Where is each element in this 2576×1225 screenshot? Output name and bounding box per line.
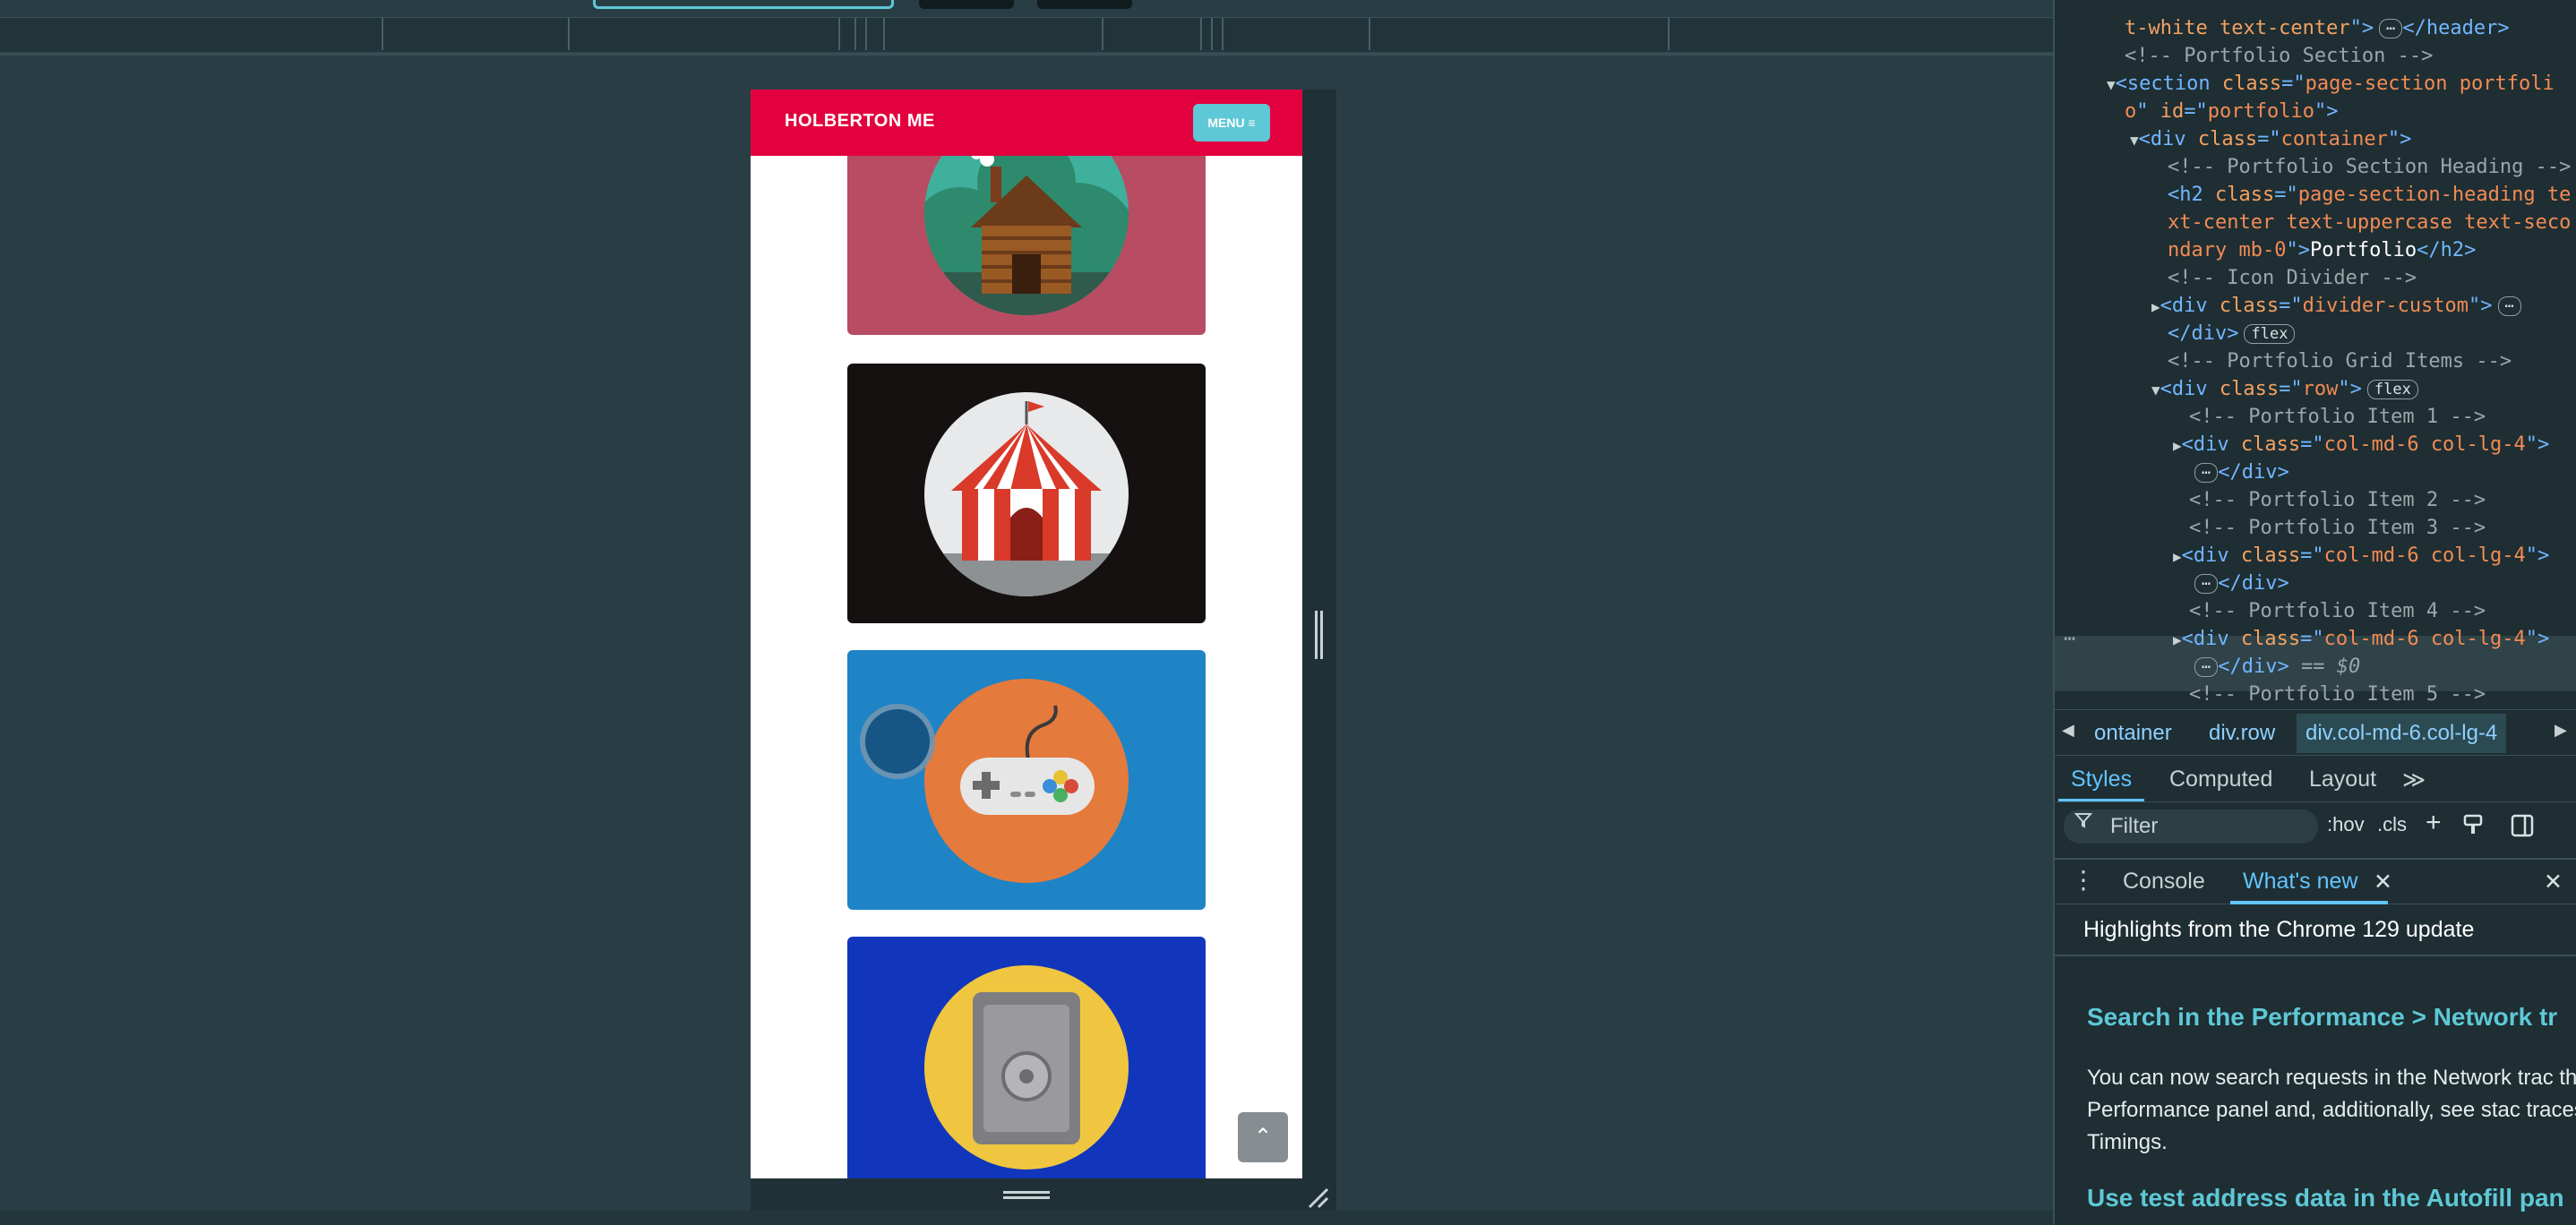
tab-styles[interactable]: Styles: [2071, 767, 2132, 792]
height-input[interactable]: [1037, 0, 1132, 9]
breadcrumb-item[interactable]: ontainer: [2094, 721, 2172, 746]
breadcrumb-right-arrow-icon[interactable]: ▶: [2555, 721, 2567, 740]
portfolio-item-game-controller[interactable]: [847, 650, 1206, 910]
dom-line[interactable]: ▶<div class="divider-custom"> ⋯: [2151, 292, 2521, 321]
dom-line[interactable]: ⋯ </div>: [2189, 458, 2289, 486]
tab-layout[interactable]: Layout: [2309, 767, 2376, 792]
dom-line[interactable]: <h2 class="page-section-heading te: [2168, 181, 2571, 209]
portfolio-item-safe[interactable]: [847, 937, 1206, 1178]
menu-button[interactable]: MENU ≡: [1193, 104, 1270, 141]
breadcrumb: ◀ ontainer div.row div.col-md-6.col-lg-4…: [2055, 709, 2576, 756]
touch-cursor-indicator: [860, 704, 935, 779]
scroll-to-top-button[interactable]: ⌃: [1238, 1112, 1288, 1162]
dom-line[interactable]: <!-- Portfolio Item 5 -->: [2189, 681, 2486, 708]
tab-computed[interactable]: Computed: [2169, 767, 2272, 792]
dom-line[interactable]: <!-- Portfolio Item 4 -->: [2189, 597, 2486, 625]
width-input[interactable]: [919, 0, 1014, 9]
dom-line-selected[interactable]: ▶<div class="col-md-6 col-lg-4">: [2173, 625, 2549, 654]
portfolio-item-circus[interactable]: [847, 364, 1206, 623]
device-screen: HOLBERTON ME MENU ≡ ⌃: [751, 90, 1302, 1178]
device-toolbar: [0, 0, 2053, 18]
dom-line[interactable]: ▶<div class="col-md-6 col-lg-4">: [2173, 431, 2549, 459]
whats-new-panel: Highlights from the Chrome 129 update Se…: [2055, 906, 2576, 1225]
dom-line[interactable]: ▶<div class="col-md-6 col-lg-4">: [2173, 542, 2549, 570]
resize-handle-bottom[interactable]: [1003, 1191, 1050, 1200]
styles-filter-input[interactable]: Filter: [2064, 810, 2318, 844]
elements-dom-tree[interactable]: t-white text-center"> ⋯ </header> <!-- Por…: [2055, 14, 2576, 709]
dom-line[interactable]: <!-- Portfolio Item 3 -->: [2189, 514, 2486, 542]
media-query-ruler: [0, 18, 2053, 54]
hov-toggle[interactable]: :hov: [2327, 813, 2365, 836]
circus-tent-icon: [924, 392, 1129, 596]
close-drawer-icon[interactable]: ✕: [2544, 869, 2563, 895]
drawer-tabbar: ⋮ Console What's new ✕ ✕: [2055, 858, 2576, 904]
resize-handle-right[interactable]: [1315, 611, 1324, 659]
more-tabs-icon[interactable]: ≫: [2402, 767, 2426, 793]
cls-toggle[interactable]: .cls: [2377, 813, 2407, 836]
dom-line[interactable]: <!-- Portfolio Section -->: [2125, 42, 2433, 70]
dom-line[interactable]: ndary mb-0">Portfolio</h2>: [2168, 236, 2476, 264]
dom-line[interactable]: <!-- Portfolio Item 2 -->: [2189, 486, 2486, 514]
dom-line[interactable]: xt-center text-uppercase text-seco: [2168, 209, 2571, 236]
whats-new-highlight: Highlights from the Chrome 129 update: [2083, 917, 2475, 942]
dom-line[interactable]: ▼<div class="row"> flex: [2151, 375, 2418, 404]
breadcrumb-left-arrow-icon[interactable]: ◀: [2062, 721, 2074, 740]
paint-brush-icon[interactable]: [2461, 813, 2485, 836]
toggle-sidebar-icon[interactable]: [2510, 813, 2535, 838]
devtools-top-tabs: [2055, 0, 2576, 14]
dom-line[interactable]: t-white text-center"> ⋯ </header>: [2125, 14, 2510, 42]
site-navbar: HOLBERTON ME MENU ≡: [751, 90, 1302, 156]
breadcrumb-item[interactable]: div.row: [2209, 721, 2275, 746]
dom-line[interactable]: ▼<section class="page-section portfoli: [2107, 70, 2555, 99]
site-brand[interactable]: HOLBERTON ME: [785, 111, 935, 132]
resize-corner-icon[interactable]: [1306, 1186, 1329, 1209]
dom-line[interactable]: o" id="portfolio">: [2125, 98, 2338, 125]
status-bar: [0, 1211, 2053, 1225]
drawer-menu-icon[interactable]: ⋮: [2071, 865, 2096, 895]
dimensions-dropdown[interactable]: [593, 0, 894, 9]
safe-icon: [924, 965, 1129, 1169]
dom-line[interactable]: <!-- Icon Divider -->: [2168, 264, 2417, 292]
devtools-panel: t-white text-center"> ⋯ </header> <!-- Por…: [2053, 0, 2576, 1225]
dom-line[interactable]: </div> flex: [2168, 320, 2296, 347]
dom-line[interactable]: <!-- Portfolio Grid Items -->: [2168, 347, 2512, 375]
whats-new-heading-2[interactable]: Use test address data in the Autofill pa…: [2087, 1184, 2564, 1212]
whats-new-paragraph: You can now search requests in the Netwo…: [2087, 1066, 2576, 1154]
close-tab-icon[interactable]: ✕: [2374, 869, 2392, 895]
dom-line[interactable]: <!-- Portfolio Section Heading -->: [2168, 153, 2571, 181]
styles-tabbar: Styles Computed Layout ≫: [2055, 756, 2576, 802]
new-style-rule-icon[interactable]: +: [2426, 808, 2442, 838]
styles-filter-row: Filter :hov .cls +: [2055, 802, 2576, 851]
dom-line[interactable]: <!-- Portfolio Item 1 -->: [2189, 403, 2486, 431]
dom-line-ellipsis[interactable]: ⋯: [2064, 625, 2075, 653]
tab-console[interactable]: Console: [2123, 869, 2205, 895]
game-controller-icon: [924, 679, 1129, 883]
dom-line[interactable]: ⋯ </div>: [2189, 570, 2289, 597]
dom-line[interactable]: ⋯ </div> == $0: [2189, 653, 2360, 681]
tab-whats-new[interactable]: What's new: [2243, 869, 2357, 895]
filter-icon: [2074, 813, 2092, 828]
whats-new-heading-1[interactable]: Search in the Performance > Network tr: [2087, 1003, 2557, 1032]
breadcrumb-item-active[interactable]: div.col-md-6.col-lg-4: [2297, 714, 2507, 753]
dom-line[interactable]: ▼<div class="container">: [2130, 125, 2411, 154]
device-viewport-area: HOLBERTON ME MENU ≡ ⌃: [0, 0, 2053, 1225]
